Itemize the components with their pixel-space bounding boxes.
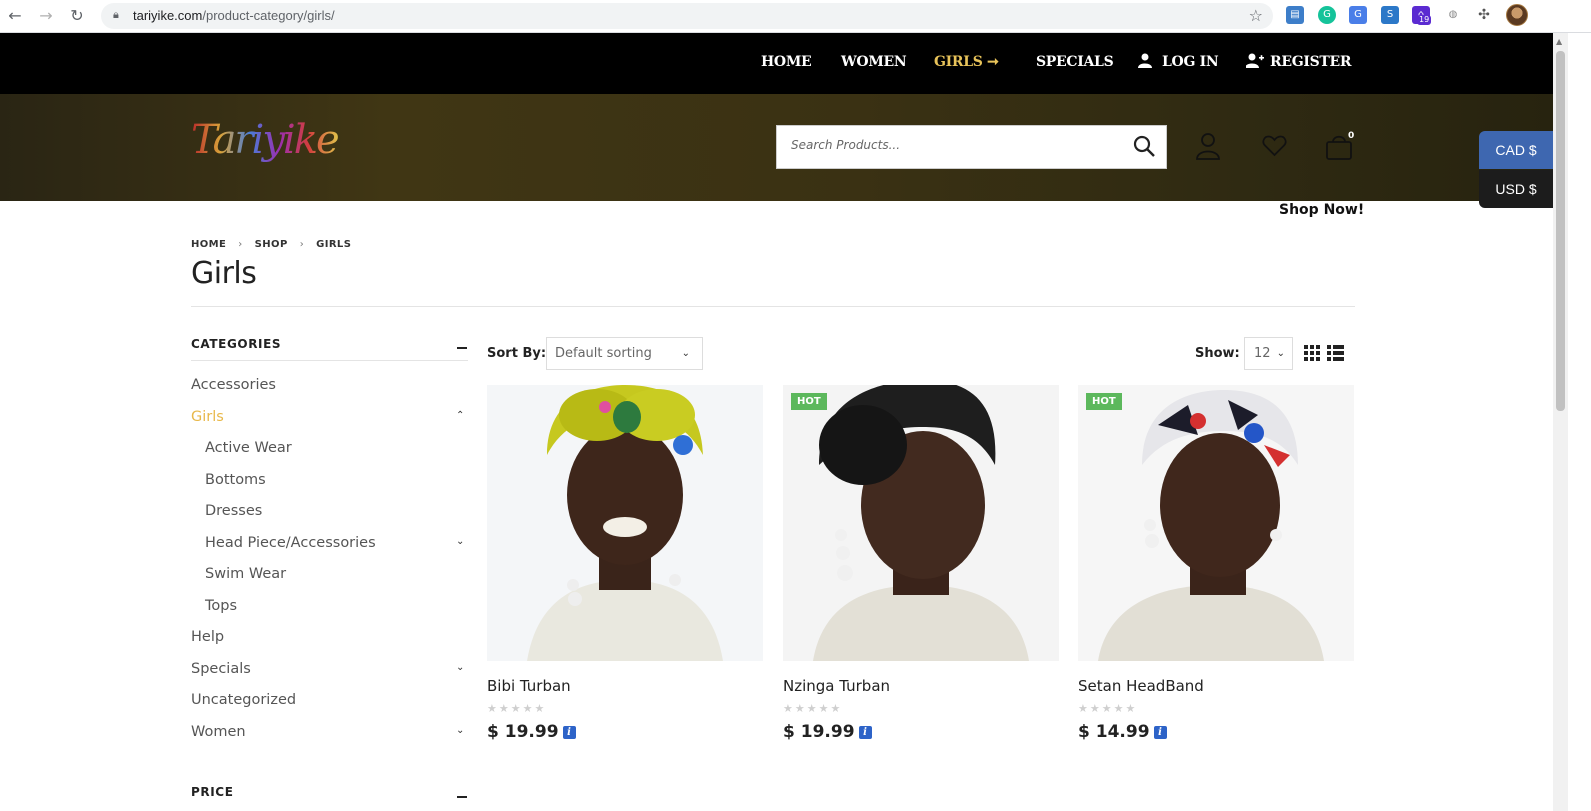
product-card[interactable]: Bibi Turban ★★★★★ $ 19.99 i bbox=[487, 385, 763, 742]
url-text: tariyike.com/product-category/girls/ bbox=[133, 8, 335, 23]
site-logo[interactable]: Tariyike bbox=[191, 115, 340, 175]
category-bottoms[interactable]: Bottoms bbox=[205, 472, 266, 488]
nav-specials[interactable]: SPECIALS bbox=[1036, 54, 1114, 70]
main-nav: HOME WOMEN GIRLS ➞ SPECIALS LOG IN REGIS… bbox=[0, 33, 1553, 94]
search-box bbox=[776, 125, 1167, 169]
chevron-right-icon: › bbox=[299, 239, 305, 250]
product-card[interactable]: HOT Setan HeadBand ★★★★★ $ 14.99 i bbox=[1078, 385, 1354, 742]
lock-icon: 🔒︎ bbox=[113, 8, 119, 21]
breadcrumb-girls: GIRLS bbox=[316, 239, 352, 250]
product-name[interactable]: Nzinga Turban bbox=[783, 677, 890, 695]
categories-heading: CATEGORIES bbox=[191, 337, 282, 351]
product-image[interactable] bbox=[487, 385, 763, 661]
account-icon[interactable] bbox=[1195, 132, 1221, 160]
info-icon[interactable]: i bbox=[858, 726, 872, 739]
info-icon[interactable]: i bbox=[562, 726, 576, 739]
info-icon[interactable]: i bbox=[1153, 726, 1167, 739]
category-swim-wear[interactable]: Swim Wear bbox=[205, 566, 286, 582]
scroll-up-icon[interactable]: ▲ bbox=[1556, 37, 1562, 46]
rating-stars: ★★★★★ bbox=[487, 702, 547, 715]
category-tops[interactable]: Tops bbox=[205, 598, 237, 614]
translate-icon[interactable]: G bbox=[1349, 6, 1367, 24]
rating-stars: ★★★★★ bbox=[783, 702, 843, 715]
chevron-up-icon[interactable]: ⌃ bbox=[456, 410, 466, 421]
search-icon[interactable] bbox=[1132, 134, 1156, 158]
hot-badge: HOT bbox=[791, 393, 827, 410]
product-price: $ 19.99 i bbox=[487, 722, 576, 742]
product-image[interactable]: HOT bbox=[1078, 385, 1354, 661]
category-dresses[interactable]: Dresses bbox=[205, 503, 262, 519]
user-plus-icon bbox=[1246, 53, 1264, 68]
page-scrollbar[interactable]: ▲ bbox=[1553, 33, 1568, 811]
grid-view-icon[interactable] bbox=[1304, 345, 1320, 361]
product-name[interactable]: Setan HeadBand bbox=[1078, 677, 1204, 695]
address-bar[interactable]: 🔒︎ tariyike.com/product-category/girls/ … bbox=[101, 3, 1273, 29]
extension-s-icon[interactable]: S bbox=[1381, 6, 1399, 24]
chevron-down-icon[interactable]: ⌄ bbox=[456, 536, 466, 547]
product-name[interactable]: Bibi Turban bbox=[487, 677, 571, 695]
per-page-value: 12 bbox=[1254, 346, 1271, 361]
page-title: Girls bbox=[191, 256, 257, 291]
currency-cad-button[interactable]: CAD $ bbox=[1479, 131, 1553, 169]
bookmark-star-icon[interactable]: ☆ bbox=[1249, 6, 1263, 25]
nav-login[interactable]: LOG IN bbox=[1162, 54, 1219, 70]
chevron-down-icon: ⌄ bbox=[1276, 348, 1285, 359]
forward-arrow-icon[interactable]: → bbox=[36, 6, 56, 26]
breadcrumb-home[interactable]: HOME bbox=[191, 239, 226, 250]
category-women[interactable]: Women bbox=[191, 724, 246, 740]
sort-label: Sort By: bbox=[487, 346, 547, 361]
product-image[interactable]: HOT bbox=[783, 385, 1059, 661]
reload-icon[interactable]: ↻ bbox=[67, 6, 87, 26]
category-head-piece[interactable]: Head Piece/Accessories bbox=[205, 535, 376, 551]
scrollbar-thumb[interactable] bbox=[1556, 51, 1565, 411]
divider bbox=[191, 306, 1355, 307]
chevron-right-icon: › bbox=[238, 239, 243, 250]
currency-usd-button[interactable]: USD $ bbox=[1479, 170, 1553, 208]
nav-girls[interactable]: GIRLS ➞ bbox=[934, 54, 999, 70]
category-uncategorized[interactable]: Uncategorized bbox=[191, 692, 296, 708]
hot-badge: HOT bbox=[1086, 393, 1122, 410]
category-help[interactable]: Help bbox=[191, 629, 224, 645]
price-heading: PRICE bbox=[191, 785, 234, 799]
extension-badge: 19 bbox=[1417, 15, 1432, 25]
product-price: $ 14.99 i bbox=[1078, 722, 1167, 742]
collapse-minus-icon[interactable] bbox=[457, 796, 467, 798]
cart-count-badge: 0 bbox=[1348, 131, 1355, 141]
rating-stars: ★★★★★ bbox=[1078, 702, 1138, 715]
collapse-minus-icon[interactable] bbox=[457, 347, 467, 349]
nav-women[interactable]: WOMEN bbox=[841, 54, 907, 70]
category-accessories[interactable]: Accessories bbox=[191, 377, 276, 393]
user-icon bbox=[1138, 53, 1152, 68]
product-card[interactable]: HOT Nzinga Turban ★★★★★ $ 19.99 i bbox=[783, 385, 1059, 742]
breadcrumb: HOME › SHOP › GIRLS bbox=[191, 239, 351, 250]
chevron-down-icon: ⌄ bbox=[681, 348, 690, 359]
nav-register[interactable]: REGISTER bbox=[1270, 54, 1352, 70]
per-page-select[interactable]: 12 ⌄ bbox=[1244, 337, 1293, 370]
nav-home[interactable]: HOME bbox=[761, 54, 812, 70]
show-label: Show: bbox=[1195, 346, 1240, 361]
extension-icon[interactable]: ▤ bbox=[1286, 6, 1304, 24]
breadcrumb-shop[interactable]: SHOP bbox=[255, 239, 288, 250]
product-price: $ 19.99 i bbox=[783, 722, 872, 742]
search-input[interactable] bbox=[791, 138, 1111, 152]
category-specials[interactable]: Specials bbox=[191, 661, 251, 677]
globe-icon[interactable]: ◍ bbox=[1444, 6, 1462, 24]
sort-value: Default sorting bbox=[555, 346, 652, 361]
sort-select[interactable]: Default sorting ⌄ bbox=[546, 337, 703, 370]
divider bbox=[191, 360, 468, 361]
list-view-icon[interactable] bbox=[1327, 345, 1344, 361]
puzzle-icon[interactable]: ✣ bbox=[1475, 6, 1493, 24]
browser-toolbar: ← → ↻ 🔒︎ tariyike.com/product-category/g… bbox=[0, 0, 1591, 33]
chevron-down-icon[interactable]: ⌄ bbox=[456, 725, 466, 736]
grammarly-icon[interactable]: G bbox=[1318, 6, 1336, 24]
profile-avatar[interactable] bbox=[1506, 4, 1528, 26]
chevron-down-icon[interactable]: ⌄ bbox=[456, 662, 466, 673]
logo-text: Tariyike bbox=[191, 117, 340, 163]
wishlist-heart-icon[interactable] bbox=[1262, 135, 1287, 157]
category-active-wear[interactable]: Active Wear bbox=[205, 440, 292, 456]
shop-now-link[interactable]: Shop Now! bbox=[1279, 202, 1364, 218]
back-arrow-icon[interactable]: ← bbox=[5, 6, 25, 26]
category-girls[interactable]: Girls bbox=[191, 409, 224, 425]
